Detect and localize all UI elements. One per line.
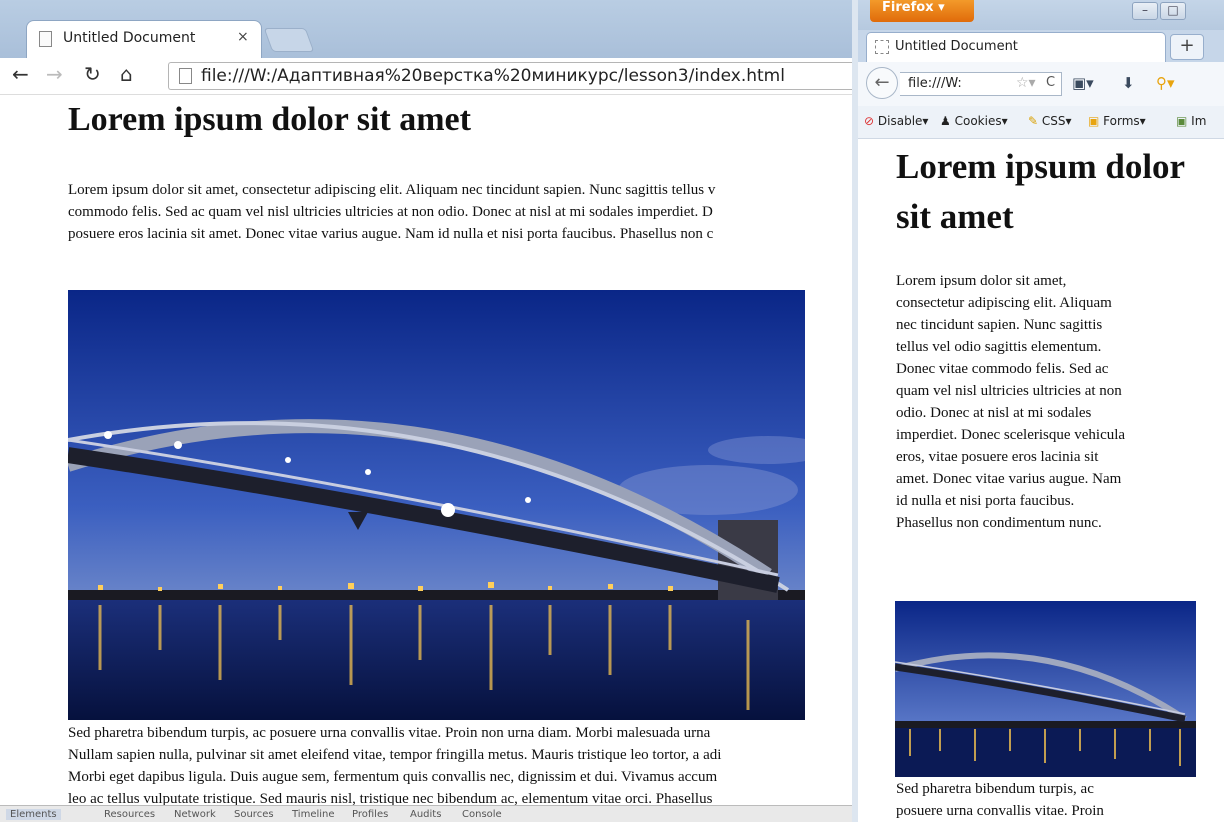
- back-arrow-icon[interactable]: ←: [866, 67, 898, 99]
- body-paragraph: Sed pharetra bibendum turpis, ac posuere…: [68, 722, 858, 810]
- blank-page-icon: [875, 40, 889, 54]
- minimize-icon[interactable]: –: [1132, 2, 1158, 20]
- devtools-tab-resources[interactable]: Resources: [104, 809, 155, 820]
- url-text: file:///W:/Адаптивная%20верстка%20минику…: [201, 66, 785, 86]
- text-line: Sed pharetra bibendum turpis, ac posuere…: [68, 725, 711, 741]
- chrome-toolbar: ← → ↻ ⌂ file:///W:/Адаптивная%20верстка%…: [0, 58, 858, 95]
- text-line: Nullam sapien nulla, pulvinar sit amet e…: [68, 747, 722, 763]
- firefox-tabbar: Untitled Document +: [858, 30, 1224, 62]
- text-line: imperdiet. Donec scelerisque vehicula: [896, 427, 1126, 443]
- firefox-titlebar: Firefox ▾ – □: [858, 0, 1224, 30]
- devtools-tab-network[interactable]: Network: [174, 809, 216, 820]
- devtools-tab-audits[interactable]: Audits: [410, 809, 441, 820]
- firefox-navbar: ← file:///W: ☆▾ C ▣▾ ⬇ ⚲▾: [858, 62, 1224, 107]
- back-arrow-icon[interactable]: ←: [12, 62, 29, 86]
- text-line: commodo felis. Sed ac quam vel nisl ultr…: [68, 204, 713, 220]
- devtools-tab-console[interactable]: Console: [462, 809, 502, 820]
- reload-icon[interactable]: C: [1046, 75, 1055, 90]
- images-label: Im: [1191, 114, 1207, 128]
- tab-title: Untitled Document: [895, 39, 1018, 54]
- bridge-photo: [895, 601, 1196, 777]
- images-icon: ▣: [1176, 114, 1188, 128]
- document-icon: [39, 31, 52, 47]
- forward-arrow-icon[interactable]: →: [46, 62, 63, 86]
- intro-paragraph: Lorem ipsum dolor sit amet, consectetur …: [68, 179, 858, 245]
- devtools-tab-timeline[interactable]: Timeline: [292, 809, 335, 820]
- disable-menu[interactable]: ⊘ Disable▾: [864, 114, 928, 128]
- images-menu[interactable]: ▣ Im: [1176, 114, 1206, 128]
- home-icon[interactable]: ⌂: [120, 62, 133, 86]
- page-heading: Lorem ipsum dolor sit amet: [68, 101, 471, 138]
- text-line: eros, vitae posuere eros lacinia sit: [896, 449, 1099, 465]
- devtools-tab-sources[interactable]: Sources: [234, 809, 274, 820]
- css-menu[interactable]: ✎ CSS▾: [1028, 114, 1072, 128]
- chrome-tab[interactable]: Untitled Document ×: [26, 20, 262, 58]
- cookies-menu[interactable]: ♟ Cookies▾: [940, 114, 1008, 128]
- page-icon: [179, 68, 192, 84]
- chrome-titlebar: Untitled Document ×: [0, 0, 858, 58]
- bridge-photo: [68, 290, 805, 720]
- firefox-tab[interactable]: Untitled Document: [866, 32, 1166, 62]
- css-label: CSS▾: [1041, 114, 1072, 128]
- text-line: nec tincidunt sapien. Nunc sagittis: [896, 317, 1103, 333]
- intro-paragraph: Lorem ipsum dolor sit amet, consectetur …: [896, 270, 1196, 534]
- new-tab-button[interactable]: +: [1170, 34, 1204, 60]
- maximize-icon[interactable]: □: [1160, 2, 1186, 20]
- devtools-tab-profiles[interactable]: Profiles: [352, 809, 388, 820]
- forms-label: Forms▾: [1103, 114, 1146, 128]
- text-line: Phasellus non condimentum nunc.: [896, 515, 1102, 531]
- search-engine-icon[interactable]: ⚲▾: [1156, 74, 1175, 92]
- text-line: posuere urna convallis vitae. Proin: [896, 803, 1104, 819]
- text-line: Morbi eget dapibus ligula. Duis augue se…: [68, 769, 718, 785]
- url-text: file:///W:: [908, 76, 962, 91]
- css-icon: ✎: [1028, 114, 1039, 128]
- body-paragraph: Sed pharetra bibendum turpis, ac posuere…: [896, 778, 1196, 822]
- cookies-icon: ♟: [940, 114, 951, 128]
- page-heading: Lorem ipsum dolor sit amet: [896, 147, 1185, 236]
- text-line: amet. Donec vitae varius augue. Nam: [896, 471, 1122, 487]
- new-tab-button[interactable]: [263, 28, 315, 52]
- devtools-tab-elements[interactable]: Elements: [6, 809, 61, 820]
- page-content: Lorem ipsum dolor sit amet Lorem ipsum d…: [858, 138, 1224, 822]
- forms-menu[interactable]: ▣ Forms▾: [1088, 114, 1146, 128]
- text-line: id nulla et nisi porta faucibus.: [896, 493, 1075, 509]
- disable-icon: ⊘: [864, 114, 875, 128]
- forms-icon: ▣: [1088, 114, 1100, 128]
- download-icon[interactable]: ⬇: [1122, 74, 1135, 92]
- text-line: Donec vitae commodo felis. Sed ac: [896, 361, 1109, 377]
- text-line: Lorem ipsum dolor sit amet,: [896, 273, 1067, 289]
- tab-close-icon[interactable]: ×: [237, 29, 249, 45]
- disable-label: Disable▾: [877, 114, 929, 128]
- text-line: tellus vel odio sagittis elementum.: [896, 339, 1102, 355]
- reload-icon[interactable]: ↻: [84, 62, 101, 86]
- cookies-label: Cookies▾: [954, 114, 1008, 128]
- page-content: Lorem ipsum dolor sit amet Lorem ipsum d…: [0, 95, 858, 807]
- screen-icon[interactable]: ▣▾: [1072, 74, 1094, 92]
- text-line: odio. Donec at nisl at mi sodales: [896, 405, 1092, 421]
- text-line: posuere eros lacinia sit amet. Donec vit…: [68, 226, 714, 242]
- text-line: consectetur adipiscing elit. Aliquam: [896, 295, 1112, 311]
- devtools-bar: Elements Resources Network Sources Timel…: [0, 805, 858, 822]
- tab-title: Untitled Document: [63, 30, 196, 46]
- address-bar[interactable]: file:///W:/Адаптивная%20верстка%20минику…: [168, 62, 858, 90]
- text-line: quam vel nisl ultricies ultricies at non: [896, 383, 1122, 399]
- web-developer-toolbar: ⊘ Disable▾ ♟ Cookies▾ ✎ CSS▾ ▣ Forms▾ ▣ …: [858, 106, 1224, 139]
- firefox-menu-button[interactable]: Firefox ▾: [870, 0, 974, 22]
- firefox-window: Firefox ▾ – □ Untitled Document + ← file…: [858, 0, 1224, 822]
- address-bar[interactable]: file:///W: ☆▾ C: [900, 72, 1062, 96]
- text-line: Lorem ipsum dolor sit amet, consectetur …: [68, 182, 716, 198]
- chrome-window: Untitled Document × ← → ↻ ⌂ file:///W:/А…: [0, 0, 858, 822]
- bookmark-star-icon[interactable]: ☆▾: [1016, 75, 1036, 91]
- text-line: Sed pharetra bibendum turpis, ac: [896, 781, 1094, 797]
